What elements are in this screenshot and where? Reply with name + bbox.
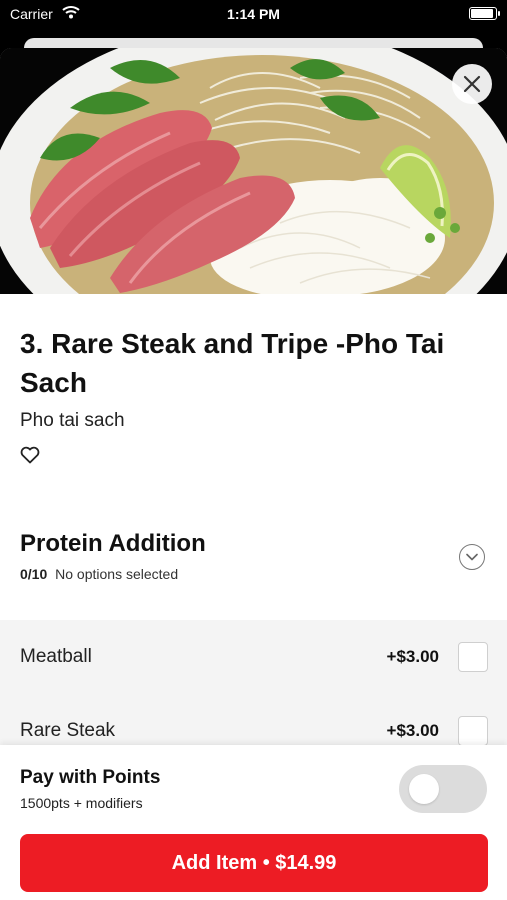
- item-description: Pho tai sach: [20, 410, 125, 431]
- selection-count: 0/10: [20, 566, 48, 582]
- option-name: Rare Steak: [20, 720, 116, 741]
- pay-with-points-subtitle: 1500pts + modifiers: [20, 795, 143, 811]
- modifier-group-status: 0/10 No options selected: [20, 566, 206, 582]
- modifier-group-title: Protein Addition: [20, 530, 206, 557]
- option-checkbox[interactable]: [458, 642, 488, 672]
- close-button[interactable]: [452, 64, 492, 104]
- pay-with-points-toggle[interactable]: [399, 765, 487, 813]
- heart-outline-icon: [20, 446, 40, 464]
- item-detail-sheet: 3. Rare Steak and Tripe -Pho Tai Sach Ph…: [0, 48, 507, 900]
- toggle-knob: [409, 774, 439, 804]
- modifier-group-header: Protein Addition 0/10 No options selecte…: [20, 530, 206, 582]
- option-price: +$3.00: [386, 647, 439, 666]
- favorite-button[interactable]: [20, 446, 42, 466]
- option-name: Meatball: [20, 646, 92, 667]
- option-row-meatball[interactable]: Meatball +$3.00: [0, 620, 507, 694]
- pay-with-points-title: Pay with Points: [20, 767, 161, 788]
- option-checkbox[interactable]: [458, 716, 488, 746]
- close-icon: [463, 75, 481, 93]
- option-price: +$3.00: [386, 721, 439, 740]
- status-bar: Carrier 1:14 PM: [0, 0, 507, 30]
- add-item-button[interactable]: Add Item • $14.99: [20, 834, 488, 892]
- battery-icon: [469, 7, 500, 20]
- pho-bowl-image: [0, 48, 507, 294]
- expand-toggle[interactable]: [459, 544, 485, 570]
- chevron-down-icon: [466, 553, 478, 561]
- status-time: 1:14 PM: [227, 6, 280, 22]
- bottom-action-bar: Pay with Points 1500pts + modifiers Add …: [0, 745, 507, 900]
- selection-status: No options selected: [55, 566, 179, 582]
- item-title: 3. Rare Steak and Tripe -Pho Tai Sach: [20, 328, 445, 398]
